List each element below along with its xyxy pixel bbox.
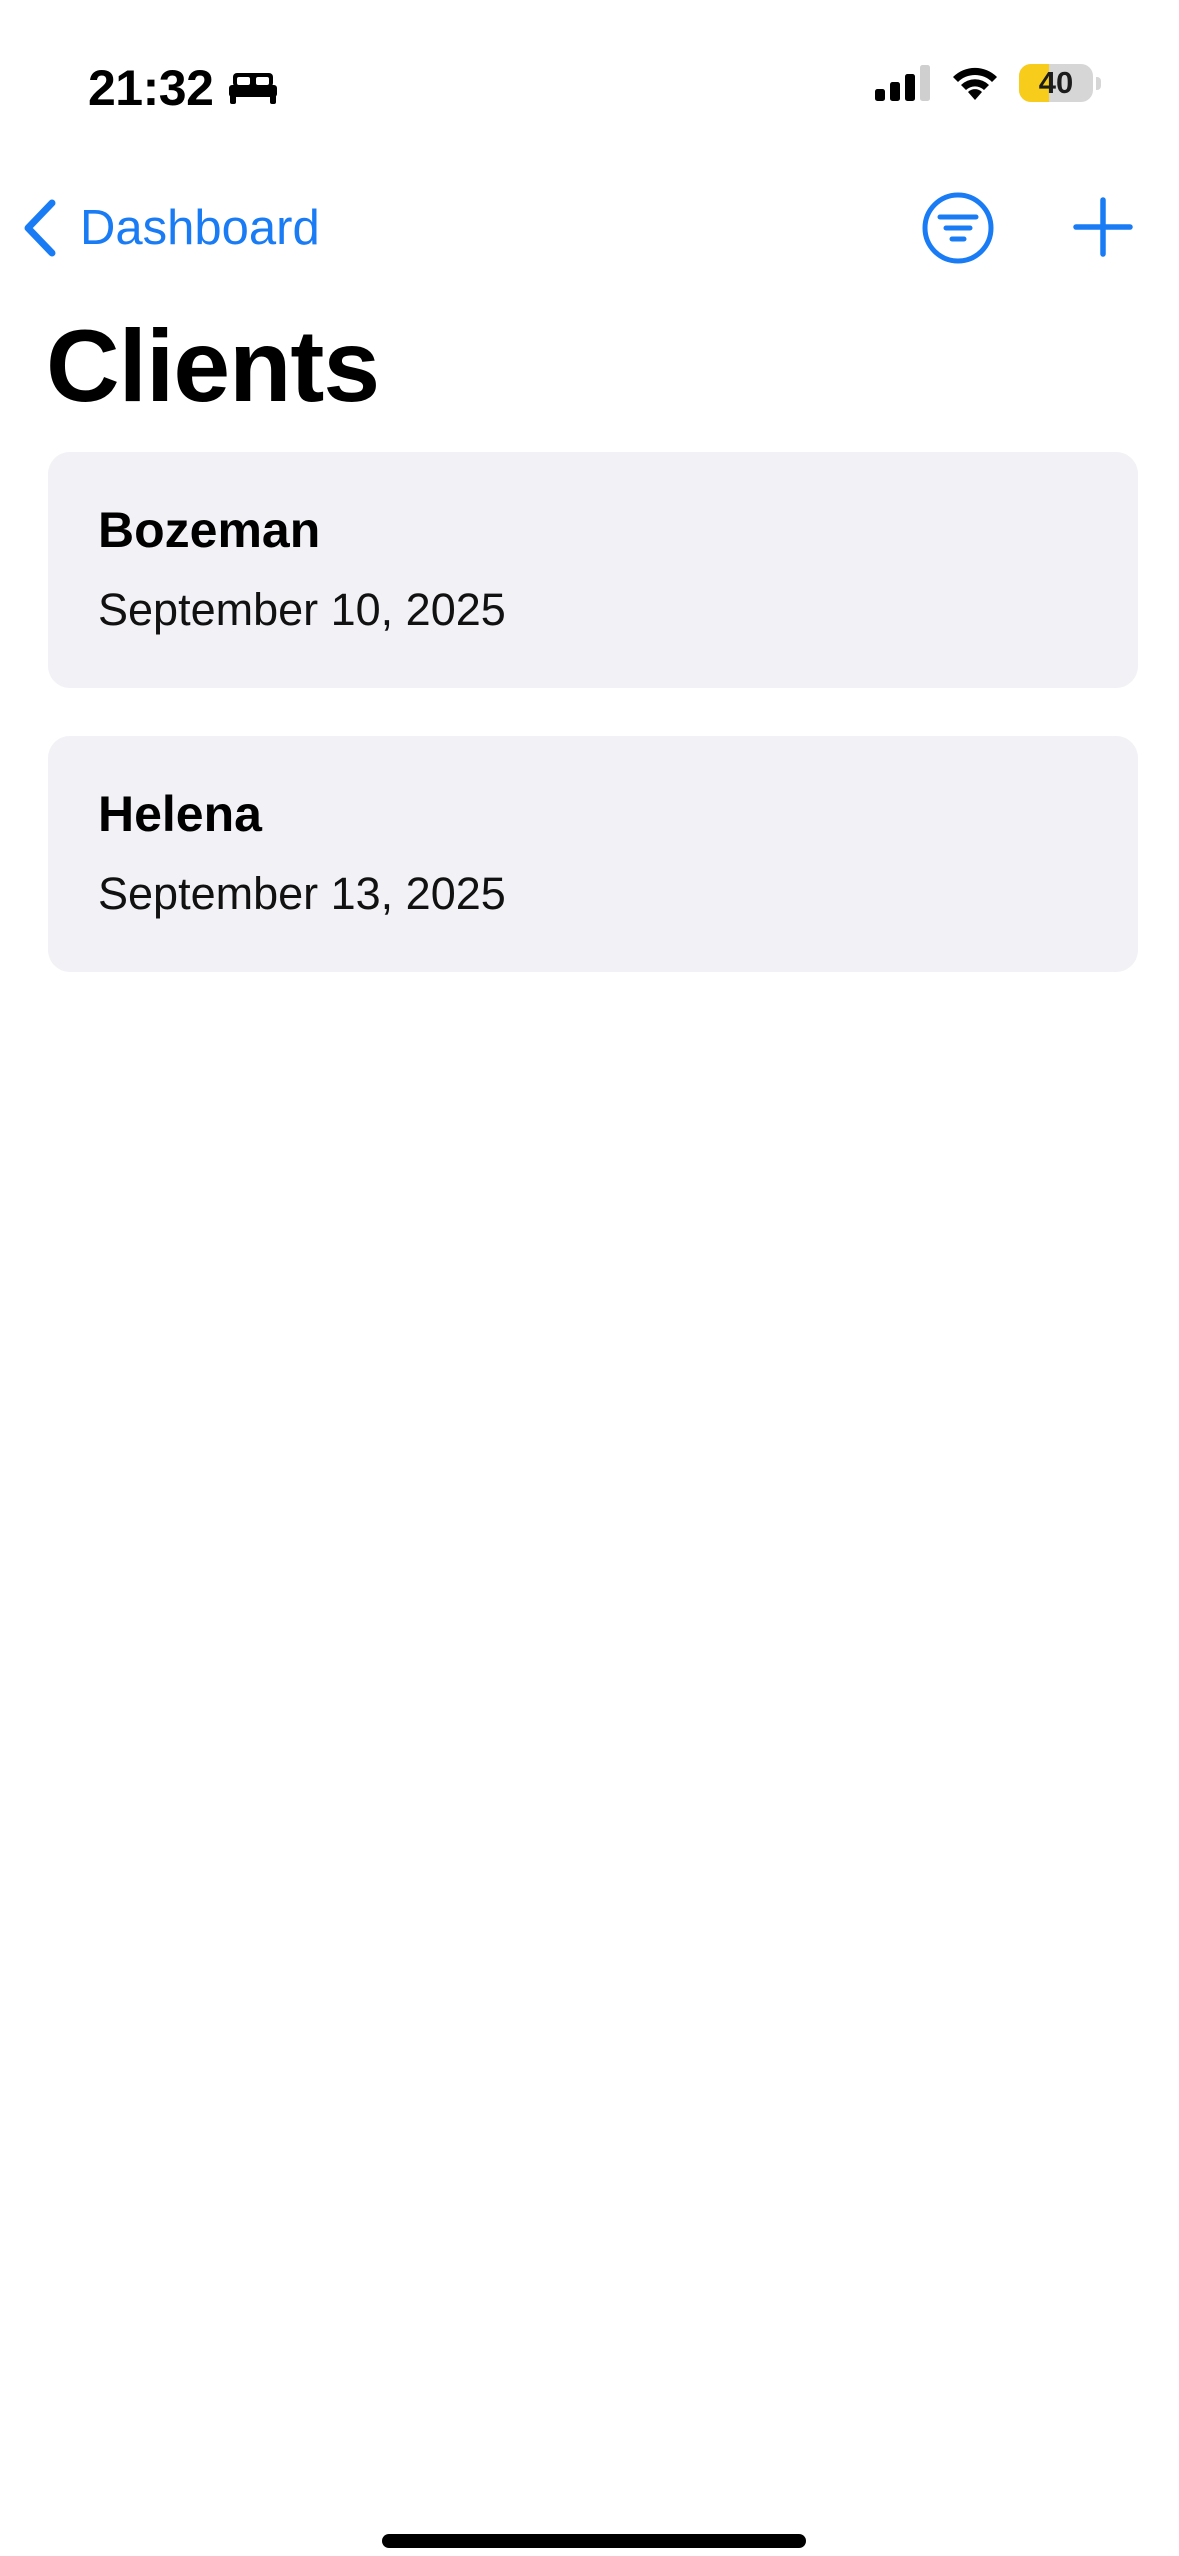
battery-icon: 40 [1019, 64, 1093, 102]
filter-circle-icon [920, 190, 996, 266]
client-date: September 10, 2025 [98, 584, 506, 635]
back-button-label: Dashboard [80, 201, 320, 255]
client-name: Helena [98, 786, 262, 842]
status-indicators: 40 [875, 64, 1101, 102]
client-date: September 13, 2025 [98, 868, 506, 919]
status-bar: 21:32 40 [0, 0, 1179, 150]
status-time-group: 21:32 [88, 58, 279, 118]
battery-level: 40 [1038, 65, 1074, 100]
wifi-icon [949, 64, 1001, 102]
status-time: 21:32 [88, 60, 214, 116]
bed-icon [227, 71, 279, 105]
client-list: Bozeman September 10, 2025 Helena Septem… [48, 452, 1138, 1020]
add-client-button[interactable] [1072, 196, 1134, 258]
filter-button[interactable] [920, 190, 996, 266]
client-name: Bozeman [98, 502, 321, 558]
battery-tip [1096, 77, 1101, 90]
cellular-signal-icon [875, 65, 931, 101]
chevron-left-icon [22, 199, 58, 257]
client-card[interactable]: Bozeman September 10, 2025 [48, 452, 1138, 688]
back-button[interactable]: Dashboard [22, 190, 320, 266]
battery-indicator: 40 [1019, 64, 1101, 102]
page-title: Clients [46, 309, 380, 423]
client-card[interactable]: Helena September 13, 2025 [48, 736, 1138, 972]
plus-icon [1072, 196, 1134, 258]
home-indicator[interactable] [382, 2534, 806, 2548]
